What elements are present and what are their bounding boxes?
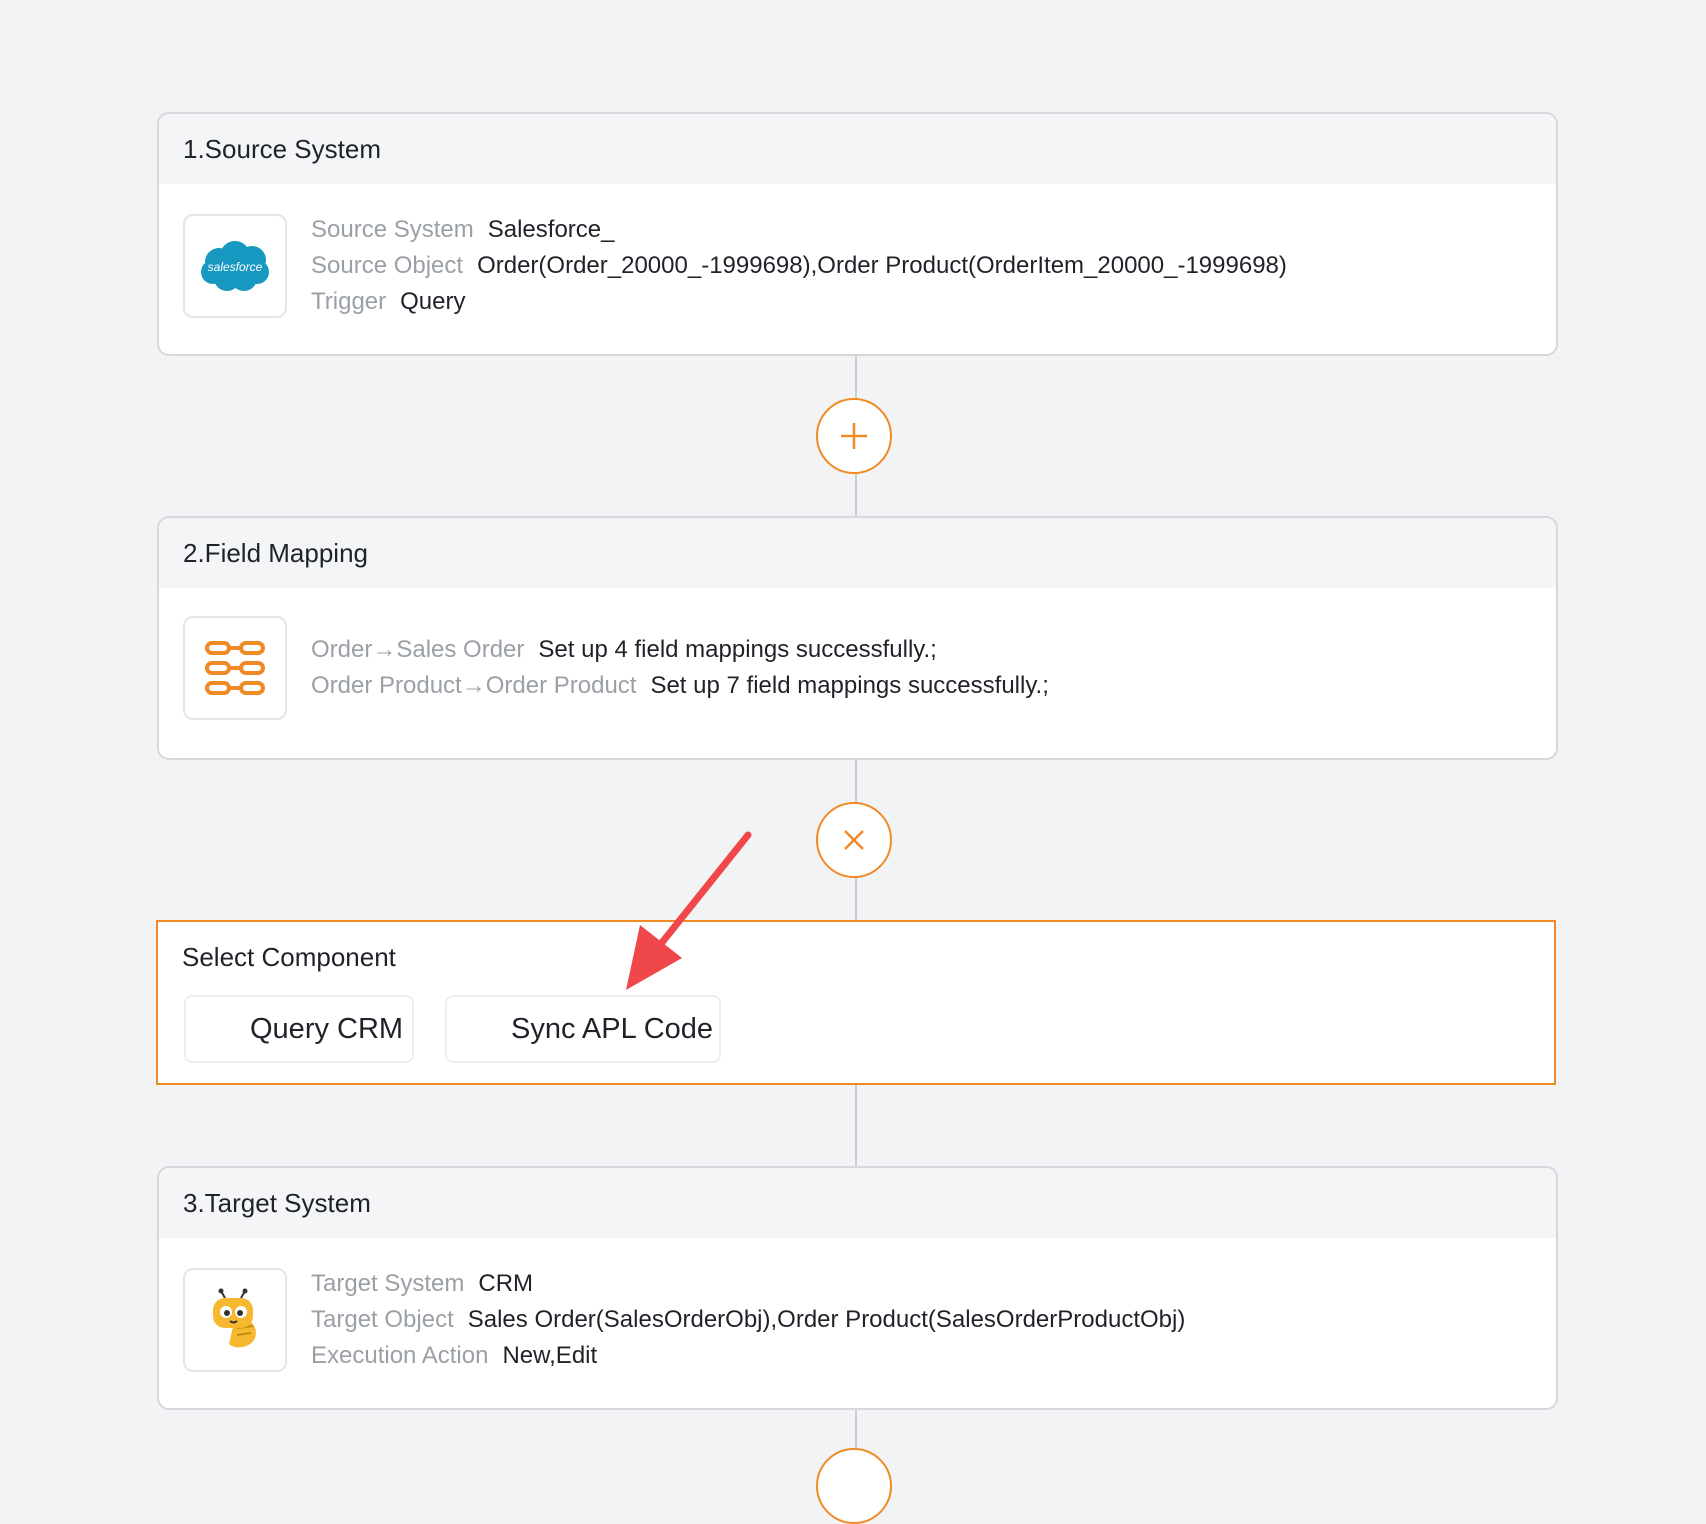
target-object-value: Sales Order(SalesOrderObj),Order Product…	[467, 1306, 1186, 1333]
target-object-label: Target Object	[311, 1306, 454, 1333]
next-step-button[interactable]	[816, 1448, 892, 1524]
sync-apl-code-label: Sync APL Code	[511, 1012, 714, 1045]
query-crm-label: Query CRM	[250, 1012, 404, 1045]
field-mapping-card[interactable]: 2.Field Mapping Order→Sales Order Set up …	[157, 516, 1558, 760]
crm-mascot-icon	[183, 1268, 287, 1372]
sync-apl-code-button[interactable]: Sync APL Code	[445, 995, 721, 1063]
select-component-title: Select Component	[182, 942, 396, 972]
mapping-order-product-label: Order Product→Order Product	[311, 672, 637, 699]
source-system-title: 1.Source System	[159, 114, 1556, 184]
target-system-label: Target System	[311, 1270, 465, 1297]
salesforce-logo-icon: salesforce	[183, 214, 287, 318]
mapping-order-product-value: Set up 7 field mappings successfully.;	[650, 672, 1049, 699]
target-system-card[interactable]: 3.Target System Target System CRM Target …	[157, 1166, 1558, 1410]
mapping-order-label: Order→Sales Order	[311, 636, 525, 663]
target-system-title: 3.Target System	[159, 1168, 1556, 1238]
connector-line	[855, 1084, 857, 1169]
close-component-button[interactable]	[816, 802, 892, 878]
source-object-value: Order(Order_20000_-1999698),Order Produc…	[477, 252, 1287, 279]
source-system-value: Salesforce_	[487, 216, 615, 243]
query-crm-button[interactable]: Query CRM	[184, 995, 414, 1063]
mapping-order-value: Set up 4 field mappings successfully.;	[538, 636, 937, 663]
add-step-button[interactable]	[816, 398, 892, 474]
execution-action-value: New,Edit	[502, 1342, 598, 1369]
source-system-label: Source System	[311, 216, 474, 243]
field-mapping-icon	[183, 616, 287, 720]
salesforce-logo-text: salesforce	[208, 260, 263, 274]
select-component-panel: Select Component Query CRM Sync APL Code	[156, 920, 1556, 1085]
field-mapping-title: 2.Field Mapping	[159, 518, 1556, 588]
trigger-label: Trigger	[311, 288, 387, 315]
plus-icon	[841, 423, 867, 449]
source-system-card[interactable]: 1.Source System salesforce Source System…	[157, 112, 1558, 356]
close-icon	[844, 830, 864, 850]
target-system-value: CRM	[478, 1270, 534, 1297]
trigger-value: Query	[400, 288, 466, 315]
execution-action-label: Execution Action	[311, 1342, 489, 1369]
source-object-label: Source Object	[311, 252, 464, 279]
